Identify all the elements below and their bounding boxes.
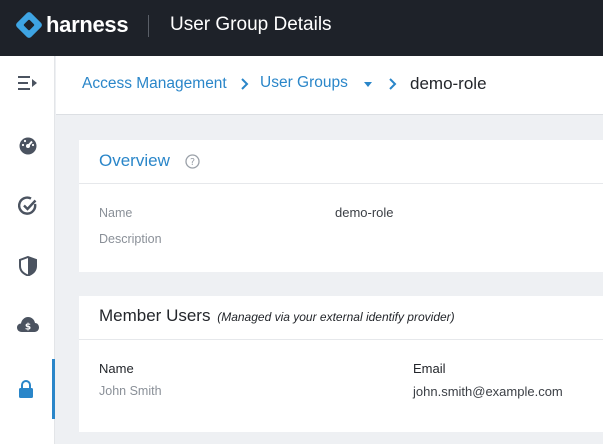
sidebar-item-verify[interactable] [0,186,55,226]
column-header-name: Name [99,361,134,376]
sidebar-item-dashboard[interactable] [0,126,55,166]
shield-icon [18,256,37,276]
caret-down-icon[interactable] [363,82,373,88]
sidebar-toggle[interactable] [0,63,55,103]
verify-check-icon [17,196,36,215]
breadcrumb: Access Management User Groups demo-role [56,56,603,115]
overview-card: Overview ? Name demo-role Description [79,140,603,272]
overview-title: Overview [99,151,170,170]
title-divider [148,15,149,37]
cloud-cost-icon: $ [16,317,39,333]
overview-card-header: Overview ? [79,140,603,184]
member-users-title: Member Users (Managed via your external … [99,306,455,326]
harness-logo-icon [16,12,42,38]
chevron-right-icon [241,78,249,90]
sidebar-item-cloud-cost[interactable]: $ [0,304,55,344]
member-users-card: Member Users (Managed via your external … [79,296,603,432]
brand-name: harness [46,12,129,37]
collapse-menu-icon [17,76,37,90]
member-name: John Smith [99,384,162,398]
lock-icon [19,380,33,398]
member-users-card-header: Member Users (Managed via your external … [79,296,603,340]
sidebar: $ [0,56,55,444]
top-bar: harness User Group Details [0,0,603,56]
breadcrumb-access-management[interactable]: Access Management [82,75,227,93]
breadcrumb-user-groups[interactable]: User Groups [260,74,348,92]
sidebar-item-access-management[interactable] [0,359,55,419]
svg-text:$: $ [24,323,30,333]
breadcrumb-current: demo-role [410,74,487,93]
name-value: demo-role [335,205,394,220]
name-label: Name [99,206,133,220]
dashboard-gauge-icon [19,137,36,155]
page-title: User Group Details [170,14,332,35]
member-users-note: (Managed via your external identify prov… [217,310,455,324]
help-icon[interactable]: ? [185,154,200,169]
column-header-email: Email [413,361,446,376]
harness-logo[interactable]: harness [16,12,129,38]
chevron-right-icon [389,78,397,90]
description-label: Description [99,232,162,246]
member-email: john.smith@example.com [413,384,563,399]
sidebar-item-security[interactable] [0,246,55,286]
member-users-title-text: Member Users [99,306,211,325]
svg-text:?: ? [190,157,195,168]
